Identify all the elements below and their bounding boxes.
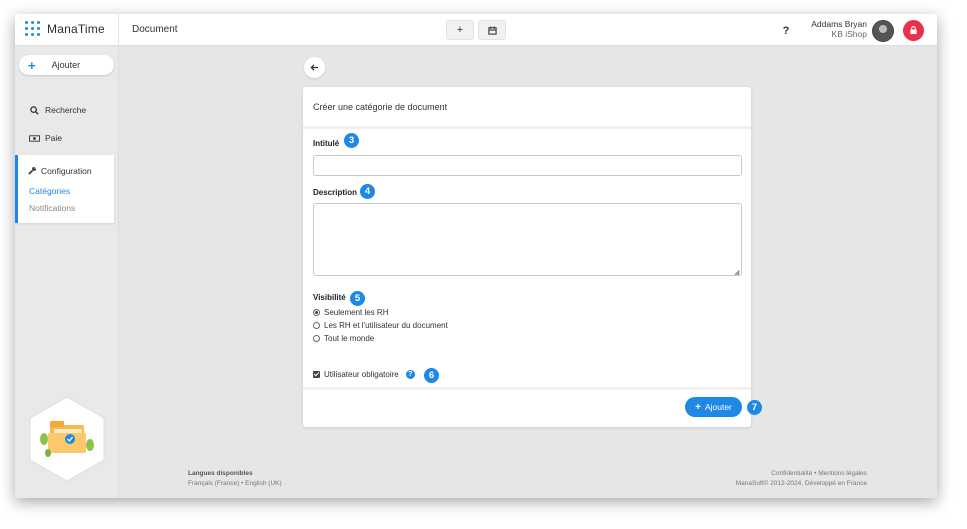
step-badge-6: 6 [424,368,439,383]
resize-handle-icon[interactable]: ◢ [734,268,739,276]
visibility-label: Visibilité [313,293,346,302]
submit-label: Ajouter [704,402,732,412]
sidebar-add-label: Ajouter [51,60,81,70]
sidebar-item-notifications[interactable]: Notifications [29,203,75,213]
help-circle-icon[interactable]: ? [405,370,415,379]
sidebar-item-categories[interactable]: Catégories [29,186,70,196]
form-header: Créer une catégorie de document [303,87,751,129]
grid-dots-icon [25,21,41,37]
footer-legal: Confidentialité • Mentions légales ManaS… [736,469,867,489]
step-badge-4: 4 [360,184,375,199]
step-badge-3: 3 [344,133,359,148]
visibility-option-hr-only[interactable]: Seulement les RH [313,308,388,317]
notification-button[interactable] [903,20,924,41]
calendar-button[interactable] [478,20,506,40]
copyright: ManaSoft© 2012-2024, Développé en France [735,480,867,487]
app-window: ManaTime Document + ? Addams Bryan KB iS… [15,14,937,498]
arrow-left-icon [310,64,319,71]
required-user-checkbox-row[interactable]: Utilisateur obligatoire ? [313,370,415,379]
required-user-label: Utilisateur obligatoire [324,370,399,379]
sidebar-item-search[interactable]: Recherche [29,105,86,115]
footer-languages: Langues disponibles Français (France) • … [188,469,282,489]
search-icon [30,105,39,115]
help-button[interactable]: ? [777,22,795,40]
description-label: Description [313,188,358,197]
sidebar-item-label: Paie [45,133,63,143]
plus-icon: + [28,57,36,73]
bag-icon [910,26,917,35]
avatar[interactable] [872,20,894,42]
radio-label: Seulement les RH [324,308,389,317]
sidebar-add-button[interactable]: + Ajouter [19,55,114,75]
create-category-form: Créer une catégorie de document Intitulé… [303,87,762,427]
top-bar: ManaTime Document + ? Addams Bryan KB iS… [15,14,937,46]
languages-title: Langues disponibles [188,470,253,477]
wrench-icon [28,166,37,175]
user-name: Addams Bryan [811,19,867,29]
app-name: ManaTime [47,22,105,36]
back-button[interactable] [304,57,325,78]
step-badge-7: 7 [747,400,762,415]
sidebar: + Ajouter Recherche Paie Configuration C… [15,47,119,498]
radio-unselected[interactable] [313,322,320,329]
sidebar-item-label: Recherche [45,105,87,115]
visibility-option-hr-and-user[interactable]: Les RH et l'utilisateur du document [313,321,448,330]
plus-circle-icon: + [695,401,701,413]
intitule-label: Intitulé [313,139,340,148]
quick-add-button[interactable]: + [446,20,474,40]
divider [118,14,119,46]
intitule-input[interactable] [313,155,742,176]
step-badge-5: 5 [350,291,365,306]
page-title: Document [132,24,178,35]
user-company: KB iShop [831,29,867,39]
submit-add-button[interactable]: + Ajouter [685,397,742,417]
sidebar-item-pay[interactable]: Paie [29,133,62,143]
money-icon [29,134,40,142]
app-logo[interactable]: ManaTime [25,21,105,37]
calendar-icon [487,25,497,35]
form-footer-divider [303,387,751,390]
folder-illustration [29,396,105,482]
radio-unselected[interactable] [313,335,320,342]
sidebar-section-configuration: Configuration Catégories Notifications [15,155,114,223]
form-title: Créer une catégorie de document [313,102,448,112]
visibility-option-everyone[interactable]: Tout le monde [313,334,374,343]
legal-links[interactable]: Confidentialité • Mentions légales [736,469,867,479]
sidebar-item-configuration[interactable]: Configuration [28,166,92,176]
user-info[interactable]: Addams Bryan KB iShop [811,19,867,39]
radio-label: Les RH et l'utilisateur du document [324,321,448,330]
radio-label: Tout le monde [324,334,375,343]
plus-icon: + [456,24,464,36]
description-textarea[interactable] [313,203,742,276]
required-user-checkbox[interactable] [313,371,320,378]
radio-selected[interactable] [313,309,320,316]
sidebar-item-label: Configuration [41,166,92,176]
languages-list[interactable]: Français (France) • English (UK) [188,479,282,489]
